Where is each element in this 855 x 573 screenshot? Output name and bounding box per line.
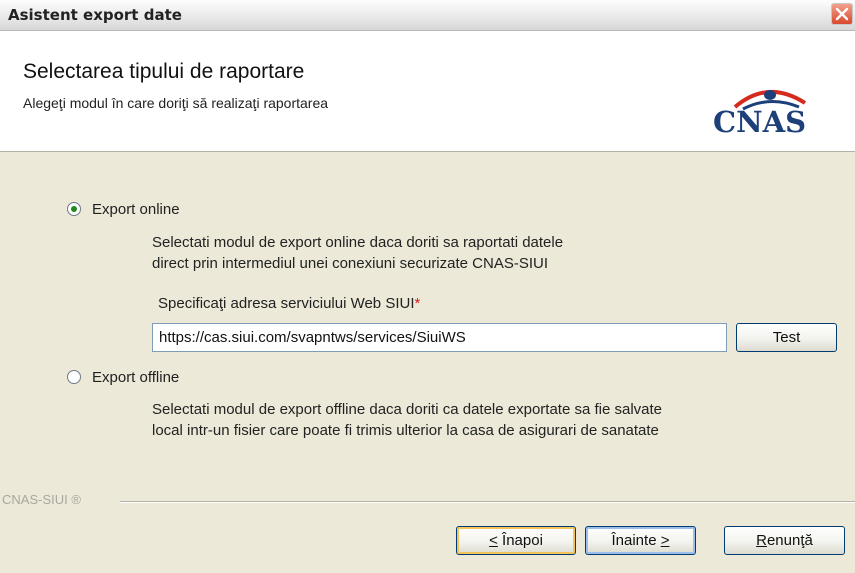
title-bar: Asistent export date xyxy=(0,0,855,31)
back-button-mnemonic: < xyxy=(489,532,498,549)
radio-selected-dot xyxy=(71,206,77,212)
export-online-desc-line2: direct prin intermediul unei conexiuni s… xyxy=(152,255,549,272)
required-asterisk: * xyxy=(414,295,421,312)
service-url-input[interactable] xyxy=(152,323,727,352)
window-title: Asistent export date xyxy=(8,6,182,24)
service-url-label: Specificaţi adresa serviciului Web SIUI* xyxy=(158,295,420,312)
page-subtitle: Alegeţi modul în care doriţi să realizaţ… xyxy=(23,95,329,111)
export-online-radio[interactable] xyxy=(67,202,81,216)
cancel-button[interactable]: Renunţă xyxy=(724,526,845,555)
export-online-desc-line1: Selectati modul de export online daca do… xyxy=(152,234,564,251)
export-offline-desc-line1: Selectati modul de export offline daca d… xyxy=(152,401,663,418)
back-button[interactable]: < Înapoi xyxy=(456,526,576,555)
logo-text: CNAS xyxy=(713,105,807,139)
export-offline-label[interactable]: Export offline xyxy=(92,369,179,386)
export-online-label[interactable]: Export online xyxy=(92,201,180,218)
footer-divider xyxy=(120,501,855,503)
cancel-button-label: enunţă xyxy=(766,532,813,549)
cnas-logo: CNAS xyxy=(713,73,843,148)
footer-brand: CNAS-SIUI ® xyxy=(2,492,81,507)
export-offline-description: Selectati modul de export offline daca d… xyxy=(152,399,662,441)
service-url-label-text: Specificaţi adresa serviciului Web SIUI xyxy=(158,295,415,312)
next-button[interactable]: Înainte > xyxy=(585,526,696,555)
page-title: Selectarea tipului de raportare xyxy=(23,60,305,83)
close-button[interactable] xyxy=(831,3,853,25)
export-offline-desc-line2: local intr-un fisier care poate fi trimi… xyxy=(152,422,659,439)
cancel-button-mnemonic: R xyxy=(756,532,767,549)
next-button-label: Înainte xyxy=(611,532,661,549)
next-button-mnemonic: > xyxy=(660,532,670,549)
wizard-header: Selectarea tipului de raportare Alegeţi … xyxy=(0,31,855,152)
close-icon xyxy=(835,7,849,21)
export-online-description: Selectati modul de export online daca do… xyxy=(152,232,563,274)
back-button-label: Înapoi xyxy=(497,532,543,549)
test-button[interactable]: Test xyxy=(736,323,837,352)
export-offline-radio[interactable] xyxy=(67,370,81,384)
